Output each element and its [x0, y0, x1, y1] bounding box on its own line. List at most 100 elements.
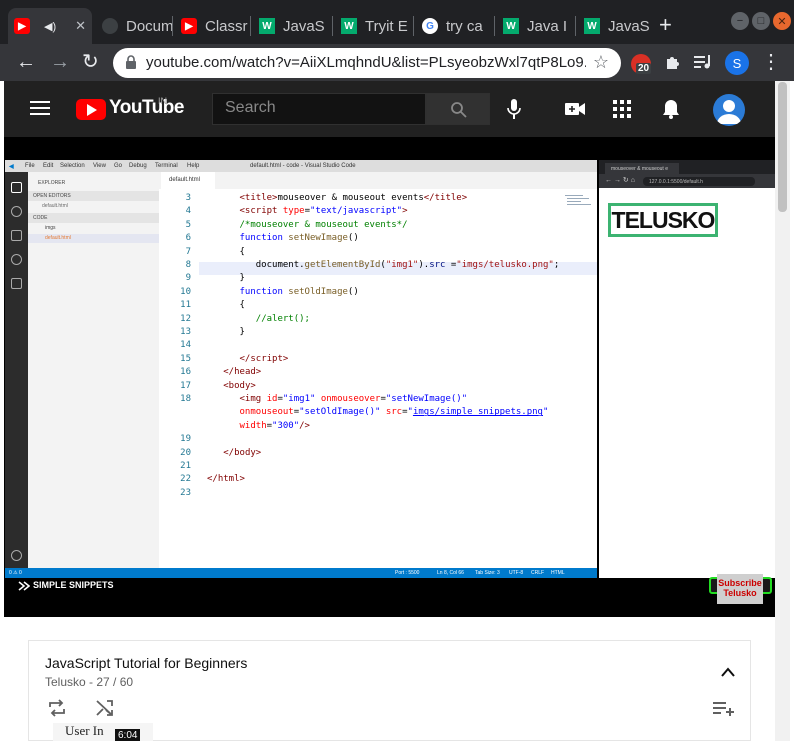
reload-icon[interactable]: ↻	[82, 50, 99, 74]
code-line: }	[207, 273, 245, 284]
apps-grid-icon[interactable]	[613, 100, 631, 118]
youtube-icon: ▶	[14, 18, 30, 34]
line-number: 17	[180, 380, 191, 391]
code-line: <script type="text/javascript">	[239, 206, 408, 217]
tab-title: Classr	[205, 17, 248, 35]
tab-java[interactable]: W Java I	[497, 8, 575, 44]
folder-header	[28, 213, 159, 223]
source-control-icon	[11, 230, 22, 241]
folder-label: CODE	[33, 215, 48, 221]
next-video-thumbnail[interactable]: User In 6:04	[53, 723, 153, 741]
line-number: 13	[180, 327, 191, 337]
w3-icon: W	[259, 18, 275, 34]
tab-google[interactable]: G try ca	[416, 8, 494, 44]
search-button[interactable]	[426, 93, 490, 125]
menu-edit: Edit	[43, 163, 54, 169]
menu-selection: Selection	[60, 163, 85, 169]
code-line: document.getElementById("img1").src ="im…	[207, 260, 560, 270]
channel-brand-text: SIMPLE SNIPPETS	[33, 580, 114, 590]
user-avatar-icon	[717, 100, 741, 124]
account-avatar[interactable]	[713, 94, 745, 126]
code-line: {	[207, 300, 245, 311]
video-player[interactable]: ◀ File Edit Selection View Go Debug Term…	[4, 137, 775, 617]
tab-docs[interactable]: Docum	[96, 8, 172, 44]
vscode-tab-bar: default.html	[159, 172, 597, 189]
preview-nav-icons: ← → ↻ ⌂	[605, 177, 635, 184]
line-number: 16	[180, 367, 191, 378]
loop-icon[interactable]	[47, 699, 67, 717]
line-number: 3	[185, 193, 191, 203]
youtube-logo-icon[interactable]	[76, 99, 106, 120]
tab-title: Tryit E	[365, 17, 408, 35]
playlist-title[interactable]: JavaScript Tutorial for Beginners	[45, 655, 247, 671]
tab-title: try ca	[446, 17, 483, 35]
scrollbar-thumb[interactable]	[778, 82, 787, 212]
browser-menu-icon[interactable]: ⋮	[761, 50, 781, 74]
line-number: 23	[180, 487, 191, 498]
microphone-icon[interactable]	[507, 98, 521, 120]
menu-go: Go	[114, 163, 123, 169]
preview-tab-strip: mouseover & mouseout e	[599, 160, 775, 174]
tab-close-icon[interactable]: ✕	[75, 18, 86, 34]
puzzle-extensions-icon[interactable]	[664, 53, 682, 71]
channel-watermark: SIMPLE SNIPPETS	[18, 580, 114, 591]
vscode-titlebar: ◀ File Edit Selection View Go Debug Term…	[5, 160, 597, 172]
new-tab-button[interactable]: +	[659, 12, 672, 38]
tab-audio-icon: ◀)	[44, 20, 57, 33]
tab-separator	[332, 16, 333, 36]
menu-terminal: Terminal	[155, 163, 178, 169]
youtube-icon: ▶	[181, 18, 197, 34]
address-bar[interactable]: youtube.com/watch?v=AiiXLmqhndU&list=PLs…	[113, 48, 621, 78]
menu-view: View	[93, 163, 106, 169]
line-number: 14	[180, 340, 191, 351]
code-line: function setOldImage()	[239, 286, 359, 297]
debug-icon	[11, 254, 22, 265]
explorer-label: EXPLORER	[38, 180, 66, 186]
w3-icon: W	[584, 18, 600, 34]
w3-icon: W	[503, 18, 519, 34]
playlist-subtitle[interactable]: Telusko - 27 / 60	[45, 675, 133, 689]
tab-tryit[interactable]: W Tryit E	[335, 8, 413, 44]
status-problems: 0 ⚠ 0	[9, 570, 22, 576]
code-line: </body>	[223, 447, 262, 458]
tab-title: JavaS	[608, 17, 650, 35]
create-video-icon[interactable]	[564, 101, 586, 117]
vscode-logo-icon: ◀	[9, 164, 14, 170]
line-number: 9	[185, 273, 191, 284]
line-number: 19	[180, 434, 191, 445]
notifications-bell-icon[interactable]	[662, 99, 680, 119]
bookmark-star-icon[interactable]: ☆	[593, 52, 609, 73]
line-number: 21	[180, 461, 191, 471]
line-number: 11	[180, 300, 191, 311]
profile-avatar[interactable]: S	[725, 51, 749, 75]
tab-separator	[494, 16, 495, 36]
tab-separator	[575, 16, 576, 36]
minimize-button[interactable]: −	[731, 12, 749, 30]
open-editors-label: OPEN EDITORS	[33, 193, 71, 199]
shuffle-icon[interactable]	[95, 699, 115, 717]
tab-title: JavaS	[283, 17, 325, 35]
subscribe-overlay[interactable]: Subscribe Telusko	[717, 574, 763, 604]
lock-icon	[126, 55, 136, 69]
vscode-activity-bar	[5, 172, 28, 568]
maximize-button[interactable]: □	[752, 12, 770, 30]
telusko-logo-image: TELUSKO	[608, 203, 718, 237]
tab-youtube-active[interactable]: ▶ ◀) ✕	[8, 8, 92, 44]
save-playlist-icon[interactable]	[713, 701, 735, 717]
chevron-up-icon[interactable]	[721, 667, 735, 677]
extensions-icon	[11, 278, 22, 289]
media-queue-icon[interactable]	[693, 53, 713, 71]
code-line: <img id="img1" onmouseover="setNewImage(…	[239, 394, 468, 404]
youtube-wordmark[interactable]: YouTube	[109, 97, 184, 119]
hamburger-menu-icon[interactable]	[30, 100, 50, 116]
code-line: width="300"/>	[239, 420, 310, 431]
tab-w3-javascript[interactable]: W JavaS	[253, 8, 331, 44]
search-input[interactable]: Search	[212, 93, 426, 125]
status-port: Port : 5500	[395, 570, 420, 576]
close-window-button[interactable]: ✕	[773, 12, 791, 30]
tab-javascript-2[interactable]: W JavaS	[578, 8, 654, 44]
back-arrow-icon[interactable]: ←	[16, 50, 36, 74]
code-line: </script>	[239, 353, 289, 364]
tab-classroom[interactable]: ▶ Classr	[175, 8, 249, 44]
forward-arrow-icon[interactable]: →	[50, 50, 70, 74]
